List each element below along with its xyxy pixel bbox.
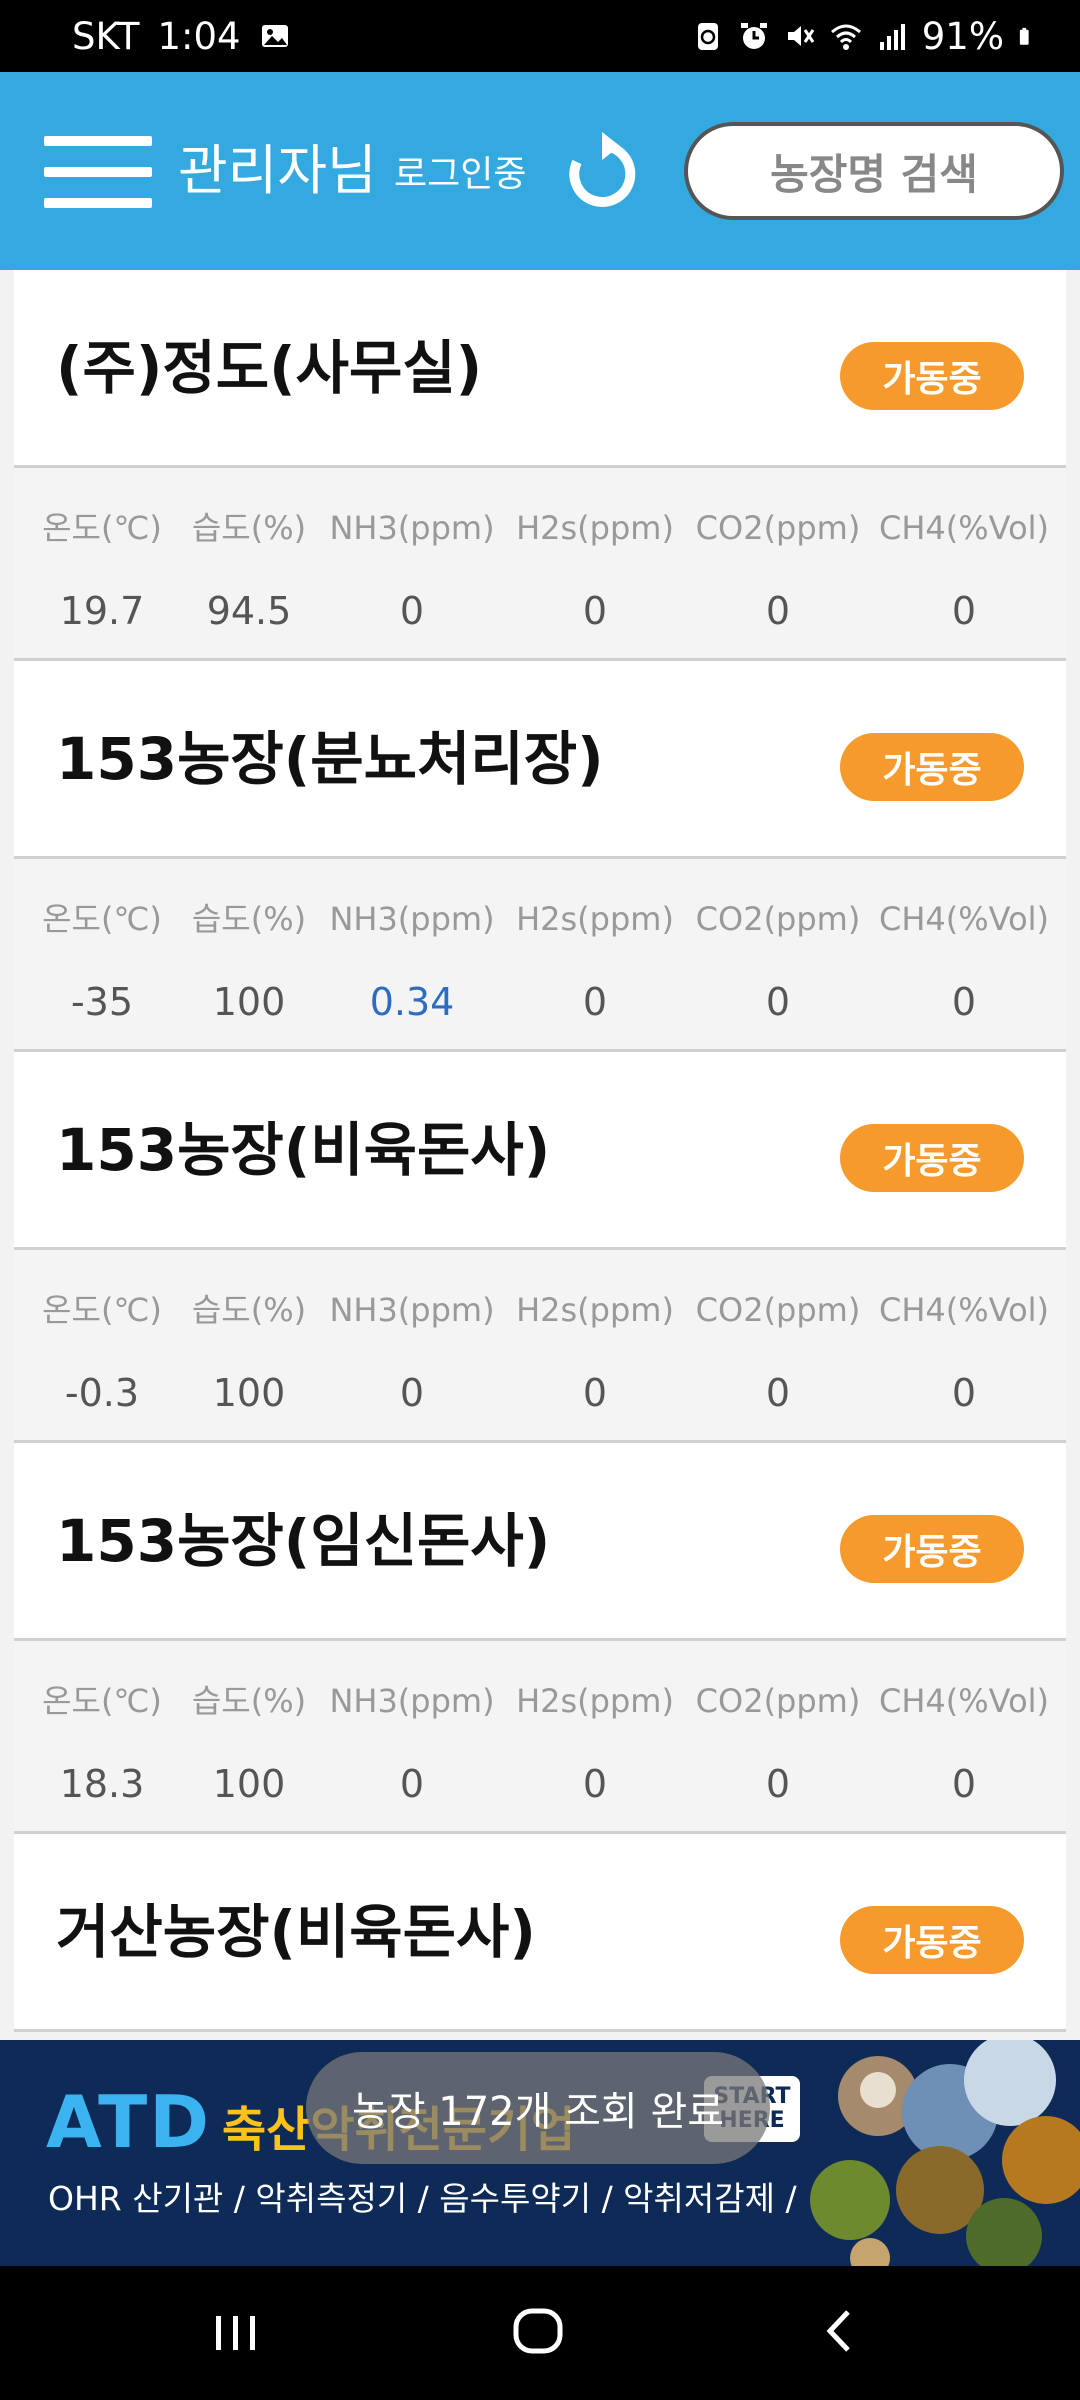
status-badge: 가동중	[840, 733, 1024, 801]
back-icon[interactable]	[800, 2296, 880, 2366]
login-status: 로그인중	[394, 154, 527, 195]
farm-search-button[interactable]: 농장명 검색	[684, 122, 1064, 220]
column-label-ch4: CH4(%Vol)	[879, 1682, 1050, 1720]
farm-name: 153농장(임신돈사)	[56, 1507, 551, 1575]
value-nh3: 0	[399, 1762, 425, 1806]
farm-list[interactable]: (주)정도(사무실) 가동중 온도(℃) 19.7 습도(%) 94.5 NH3(p…	[14, 270, 1066, 2040]
recent-apps-icon[interactable]	[196, 2296, 276, 2366]
sensor-readings: 온도(℃) 18.3 습도(%) 100 NH3(ppm) 0 H2s(ppm) 0 C…	[14, 1641, 1066, 1834]
value-temperature: 19.7	[59, 589, 145, 633]
column-label-co2: CO2(ppm)	[695, 900, 861, 938]
value-nh3: 0	[399, 589, 425, 633]
farm-header[interactable]: 153농장(비육돈사) 가동중	[14, 1052, 1066, 1250]
value-nh3: 0.34	[369, 980, 455, 1024]
battery-icon	[1019, 27, 1029, 45]
status-badge: 가동중	[840, 1515, 1024, 1583]
column-label-humidity: 습도(%)	[191, 1291, 307, 1329]
farm-header[interactable]: 153농장(분뇨처리장) 가동중	[14, 661, 1066, 859]
farm-name: (주)정도(사무실)	[56, 334, 483, 402]
column-label-h2s: H2s(ppm)	[516, 1291, 674, 1329]
value-humidity: 100	[212, 980, 286, 1024]
column-label-h2s: H2s(ppm)	[516, 1682, 674, 1720]
status-badge: 가동중	[840, 1906, 1024, 1974]
value-humidity: 100	[212, 1762, 286, 1806]
farm-header[interactable]: 153농장(임신돈사) 가동중	[14, 1443, 1066, 1641]
farm-name: 153농장(분뇨처리장)	[56, 725, 604, 793]
farm-header[interactable]: 거산농장(비육돈사) 가동중	[14, 1834, 1066, 2032]
farm-header[interactable]: (주)정도(사무실) 가동중	[14, 270, 1066, 468]
value-ch4: 0	[951, 1762, 977, 1806]
value-temperature: 18.3	[59, 1762, 145, 1806]
status-bar: SKT 1:04 91%	[0, 0, 1080, 72]
farm-card[interactable]: 153농장(분뇨처리장) 가동중 온도(℃) -35 습도(%) 100 NH3(p…	[14, 661, 1066, 1052]
value-ch4: 0	[951, 589, 977, 633]
value-co2: 0	[765, 980, 791, 1024]
value-ch4: 0	[951, 1371, 977, 1415]
value-ch4: 0	[951, 980, 977, 1024]
farm-card[interactable]: 153농장(비육돈사) 가동중 온도(℃) -0.3 습도(%) 100 NH3(p…	[14, 1052, 1066, 1443]
value-nh3: 0	[399, 1371, 425, 1415]
system-navigation-bar	[0, 2266, 1080, 2400]
column-label-humidity: 습도(%)	[191, 900, 307, 938]
value-h2s: 0	[582, 1371, 608, 1415]
recycle-icon	[697, 23, 718, 50]
value-humidity: 100	[212, 1371, 286, 1415]
value-h2s: 0	[582, 980, 608, 1024]
column-label-ch4: CH4(%Vol)	[879, 900, 1050, 938]
banner-photo-collage	[800, 2040, 1080, 2266]
value-temperature: -35	[70, 980, 134, 1024]
admin-name: 관리자님	[178, 139, 377, 202]
image-icon	[261, 25, 288, 47]
refresh-icon[interactable]	[562, 130, 642, 214]
clock: 1:04	[157, 14, 241, 58]
farm-card[interactable]: 거산농장(비육돈사) 가동중	[14, 1834, 1066, 2032]
column-label-temperature: 온도(℃)	[42, 1682, 162, 1720]
column-label-h2s: H2s(ppm)	[516, 900, 674, 938]
column-label-ch4: CH4(%Vol)	[879, 1291, 1050, 1329]
value-co2: 0	[765, 1762, 791, 1806]
value-humidity: 94.5	[206, 589, 292, 633]
column-label-temperature: 온도(℃)	[42, 1291, 162, 1329]
column-label-temperature: 온도(℃)	[42, 509, 162, 547]
battery-percent: 91%	[921, 14, 1004, 58]
status-badge: 가동중	[840, 1124, 1024, 1192]
brand-logo: ATD	[46, 2080, 212, 2164]
home-icon[interactable]	[498, 2296, 578, 2366]
column-label-ch4: CH4(%Vol)	[879, 509, 1050, 547]
column-label-nh3: NH3(ppm)	[329, 1291, 495, 1329]
sensor-readings: 온도(℃) 19.7 습도(%) 94.5 NH3(ppm) 0 H2s(ppm) 0 …	[14, 468, 1066, 661]
column-label-nh3: NH3(ppm)	[329, 509, 495, 547]
sensor-readings: 온도(℃) -35 습도(%) 100 NH3(ppm) 0.34 H2s(ppm) 0…	[14, 859, 1066, 1052]
column-label-nh3: NH3(ppm)	[329, 1682, 495, 1720]
column-label-humidity: 습도(%)	[191, 1682, 307, 1720]
column-label-co2: CO2(ppm)	[695, 1291, 861, 1329]
value-h2s: 0	[582, 589, 608, 633]
alarm-icon	[740, 23, 767, 49]
carrier: SKT	[72, 14, 140, 58]
toast-message: 농장 172개 조회 완료	[306, 2052, 770, 2164]
column-label-co2: CO2(ppm)	[695, 1682, 861, 1720]
column-label-nh3: NH3(ppm)	[329, 900, 495, 938]
farm-name: 거산농장(비육돈사)	[56, 1898, 536, 1966]
column-label-temperature: 온도(℃)	[42, 900, 162, 938]
column-label-humidity: 습도(%)	[191, 509, 307, 547]
status-badge: 가동중	[840, 342, 1024, 410]
column-label-co2: CO2(ppm)	[695, 509, 861, 547]
value-temperature: -0.3	[64, 1371, 140, 1415]
value-h2s: 0	[582, 1762, 608, 1806]
farm-name: 153농장(비육돈사)	[56, 1116, 551, 1184]
wifi-icon	[830, 24, 861, 50]
mute-icon	[787, 26, 814, 46]
farm-card[interactable]: 153농장(임신돈사) 가동중 온도(℃) 18.3 습도(%) 100 NH3(p…	[14, 1443, 1066, 1834]
value-co2: 0	[765, 1371, 791, 1415]
signal-icon	[879, 24, 905, 50]
column-label-h2s: H2s(ppm)	[516, 509, 674, 547]
menu-icon[interactable]	[44, 136, 152, 208]
sensor-readings: 온도(℃) -0.3 습도(%) 100 NH3(ppm) 0 H2s(ppm) 0 C…	[14, 1250, 1066, 1443]
value-co2: 0	[765, 589, 791, 633]
farm-card[interactable]: (주)정도(사무실) 가동중 온도(℃) 19.7 습도(%) 94.5 NH3(p…	[14, 270, 1066, 661]
